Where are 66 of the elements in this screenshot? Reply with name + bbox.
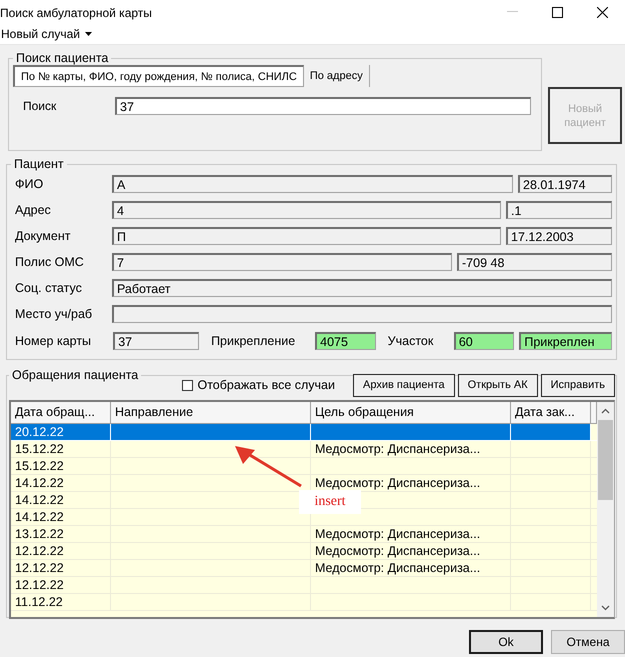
close-icon[interactable] — [597, 6, 608, 18]
text-field[interactable]: .1 — [506, 201, 612, 219]
text-field[interactable]: 4075 — [315, 332, 376, 350]
text-field[interactable]: 7 — [112, 253, 452, 271]
text-field[interactable]: 28.01.1974 — [518, 175, 612, 193]
text-field[interactable]: Работает — [112, 279, 612, 297]
text-field[interactable]: 37 — [113, 332, 200, 350]
field-label: Участок — [386, 334, 434, 348]
text-field[interactable]: П — [112, 227, 501, 245]
table-cell[interactable]: 15.12.22 — [11, 441, 111, 458]
text-field[interactable] — [112, 305, 612, 323]
annotation-label: insert — [299, 490, 361, 514]
tab[interactable]: По № карты, ФИО, году рождения, № полиса, СНИЛС — [13, 65, 304, 87]
table-cell: Медосмотр: Диспансериза... — [311, 560, 511, 577]
text-field[interactable]: 60 — [454, 332, 514, 350]
action-button[interactable]: Архив пациента — [353, 374, 455, 396]
text-field[interactable]: А — [112, 175, 513, 193]
table-cell[interactable]: 14.12.22 — [11, 492, 111, 509]
dialog-button[interactable]: Отмена — [551, 630, 625, 654]
table-cell: Медосмотр: Диспансериза... — [311, 526, 511, 543]
action-button[interactable]: Открыть АК — [458, 374, 538, 396]
field-label: Номер карты — [14, 334, 92, 348]
field-label: Прикрепление — [210, 334, 296, 348]
group-title: Обращения пациента — [11, 368, 140, 382]
field-label: Место уч/раб — [14, 307, 94, 321]
column-header[interactable]: Дата зак... — [511, 402, 591, 424]
table-cell[interactable]: 14.12.22 — [11, 475, 111, 492]
scroll-thumb[interactable] — [598, 420, 613, 500]
show-all-checkbox[interactable]: Отображать все случаи — [182, 378, 335, 392]
action-button[interactable]: Исправить — [540, 374, 615, 396]
field-label: ФИО — [14, 177, 44, 191]
scrollbar[interactable] — [597, 402, 614, 617]
window-title: Поиск амбулаторной карты — [0, 5, 153, 20]
text-field[interactable]: Прикреплен — [519, 332, 612, 350]
table-cell[interactable]: 20.12.22 — [11, 424, 111, 441]
group-title: Пациент — [13, 157, 65, 171]
table-cell[interactable]: 14.12.22 — [11, 509, 111, 526]
header-filler — [591, 402, 597, 424]
text-field[interactable]: 17.12.2003 — [506, 227, 612, 245]
scroll-down-icon — [601, 605, 610, 611]
table-cell[interactable]: 11.12.22 — [11, 594, 111, 611]
caret-icon — [85, 32, 92, 36]
field-label: Полис ОМС — [14, 255, 85, 269]
tab[interactable]: По адресу — [304, 65, 370, 87]
field-label: Адрес — [14, 203, 52, 217]
table-cell[interactable]: 12.12.22 — [11, 543, 111, 560]
group-title: Поиск пациента — [15, 51, 110, 65]
field-label: Поиск — [22, 99, 58, 113]
table-cell[interactable]: 13.12.22 — [11, 526, 111, 543]
table-cell[interactable]: 15.12.22 — [11, 458, 111, 475]
maximize-icon[interactable] — [552, 6, 563, 18]
dialog-button[interactable]: Ok — [469, 630, 543, 654]
table-cell: Медосмотр: Диспансериза... — [311, 441, 511, 458]
search-field[interactable]: 37 — [115, 97, 531, 115]
column-header[interactable]: Цель обращения — [311, 402, 511, 424]
column-header[interactable]: Направление — [111, 402, 311, 424]
text-field[interactable]: -709 48 — [457, 253, 612, 271]
table-cell: Медосмотр: Диспансериза... — [311, 543, 511, 560]
scroll-up-icon — [601, 408, 610, 414]
menu-item[interactable]: Новый случай — [0, 27, 94, 41]
text-field[interactable]: 4 — [112, 201, 501, 219]
table-cell[interactable]: 12.12.22 — [11, 577, 111, 594]
column-header[interactable]: Дата обращ... — [11, 402, 111, 424]
field-label: Соц. статус — [14, 281, 83, 295]
table-cell[interactable]: 12.12.22 — [11, 560, 111, 577]
field-label: Документ — [14, 229, 72, 243]
